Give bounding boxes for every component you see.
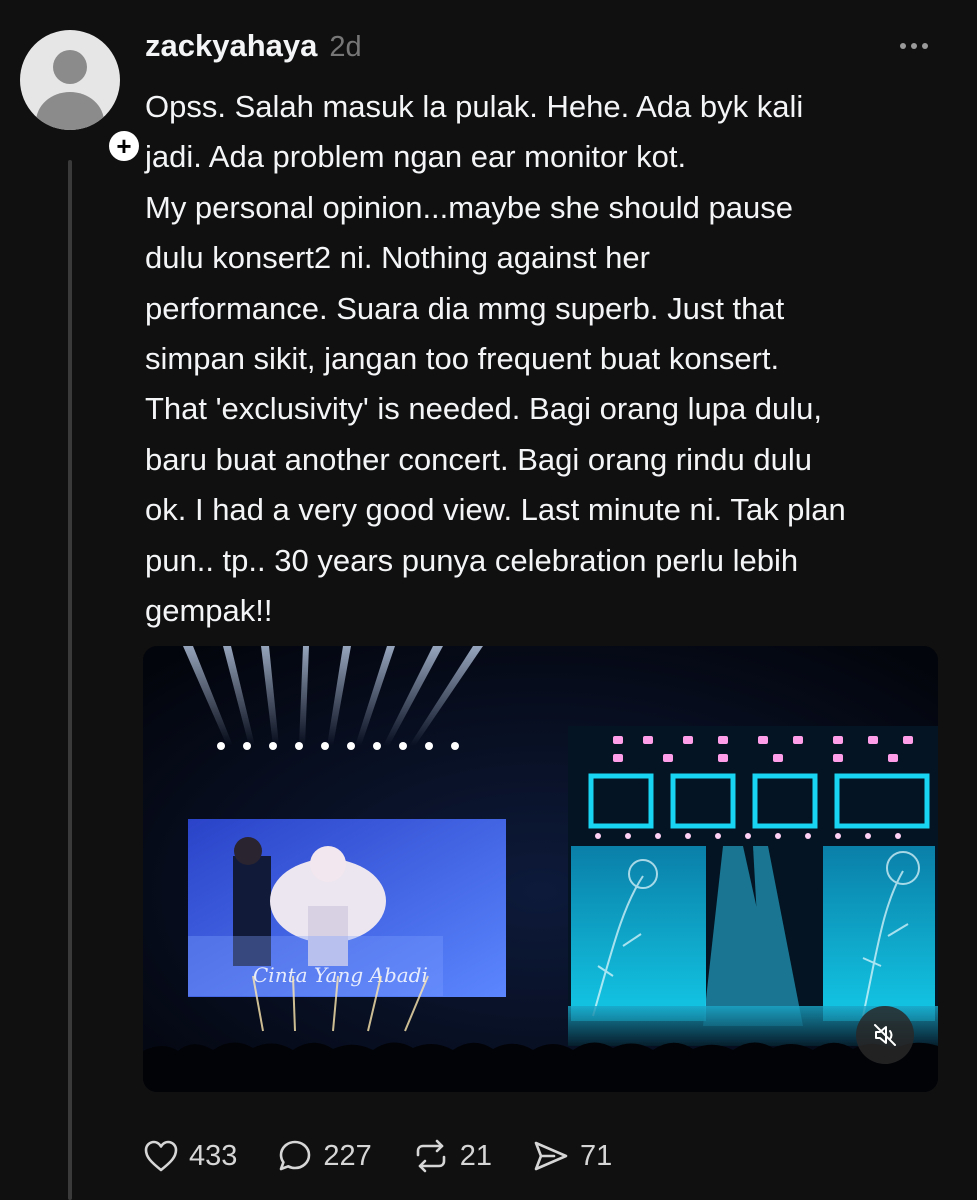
avatar-container[interactable]: + <box>20 30 142 164</box>
like-button[interactable]: 433 <box>143 1139 237 1173</box>
post-text-line: jadi. Ada problem ngan ear monitor kot. <box>145 139 687 175</box>
post-video[interactable]: Cinta Yang Abadi <box>143 646 938 1092</box>
post-text-line: Opss. Salah masuk la pulak. Hehe. Ada by… <box>145 89 804 124</box>
post-text-line: ok. I had a very good view. Last minute … <box>145 492 846 528</box>
post-text-line: My personal opinion...maybe she should p… <box>145 189 793 225</box>
share-button[interactable]: 71 <box>532 1138 612 1174</box>
reply-count: 227 <box>323 1139 372 1172</box>
screen-caption: Cinta Yang Abadi <box>253 963 428 987</box>
avatar-body-shape <box>36 92 104 130</box>
post-text-line: That 'exclusivity' is needed. Bagi orang… <box>145 391 823 427</box>
send-paper-plane-icon <box>534 1141 568 1171</box>
muted-speaker-icon <box>874 1024 896 1046</box>
more-dots-icon <box>900 43 906 49</box>
timestamp[interactable]: 2d <box>329 31 361 64</box>
post-text-line: pun.. tp.. 30 years punya celebration pe… <box>145 542 799 578</box>
like-count: 433 <box>189 1139 238 1172</box>
share-count: 71 <box>580 1139 613 1172</box>
repost-count: 21 <box>459 1139 493 1172</box>
thread-line <box>68 160 72 1200</box>
username[interactable]: zackyahaya <box>145 28 317 64</box>
post-text-line: simpan sikit, jangan too frequent buat k… <box>145 341 780 377</box>
post-text: Opss. Salah masuk la pulak. Hehe. Ada by… <box>145 82 945 636</box>
concert-video-frame: Cinta Yang Abadi <box>143 646 938 1092</box>
reply-button[interactable]: 227 <box>277 1138 372 1174</box>
mute-toggle-button[interactable] <box>856 1006 914 1064</box>
repost-button[interactable]: 21 <box>412 1138 492 1174</box>
comment-bubble-icon <box>280 1140 311 1171</box>
post-text-line: performance. Suara dia mmg superb. Just … <box>145 290 785 326</box>
avatar[interactable] <box>20 30 120 130</box>
repost-arrows-icon <box>416 1139 446 1173</box>
post-header: zackyahaya 2d <box>145 28 362 68</box>
post-text-line: gempak!! <box>145 593 273 629</box>
action-bar: 433 227 21 71 <box>143 1130 652 1182</box>
follow-button[interactable]: + <box>106 128 142 164</box>
post-text-line: dulu konsert2 ni. Nothing against her <box>145 240 650 276</box>
post-text-line: baru buat another concert. Bagi orang ri… <box>145 441 812 477</box>
more-options-button[interactable] <box>900 36 940 56</box>
avatar-head-shape <box>53 50 87 84</box>
plus-icon: + <box>116 131 132 161</box>
heart-icon <box>144 1140 178 1172</box>
